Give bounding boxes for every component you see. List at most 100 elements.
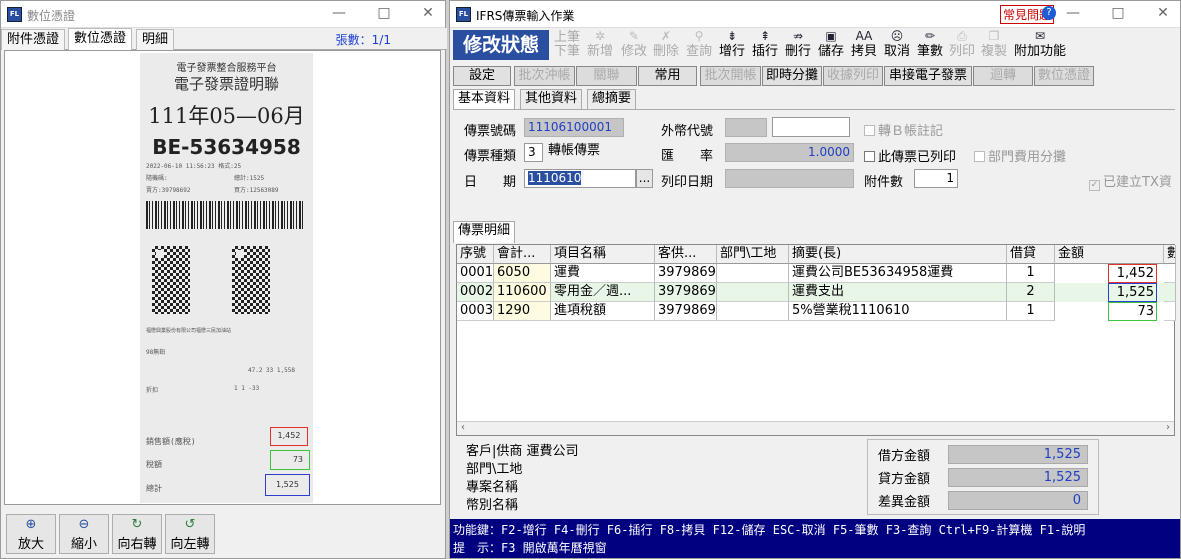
rotate-left-button[interactable]: ↺ 向左轉 — [165, 514, 215, 554]
help-icon[interactable]: ? — [1042, 6, 1056, 20]
edit-state-indicator: 修改狀態 — [453, 30, 549, 60]
grid-cell[interactable]: 1,525 — [1108, 283, 1157, 302]
table-row[interactable]: 00016050運費39798692 運費公司BE53634958運費1 1,452 — [457, 264, 1176, 283]
grid-cell[interactable]: 0003 — [457, 302, 494, 321]
function-button-3[interactable]: 常用 — [638, 66, 697, 86]
grid-cell[interactable] — [1164, 302, 1176, 321]
project-label: 專案名稱 — [466, 480, 519, 495]
grid-cell[interactable]: 2 — [1007, 283, 1055, 302]
grid-cell[interactable]: 零用金／週... — [551, 283, 655, 302]
toolbar-button-7[interactable]: ⇏ 刪行 — [782, 29, 814, 63]
tab-other-data[interactable]: 其他資料 — [520, 89, 583, 109]
function-button-4[interactable]: 批次開帳 — [700, 66, 761, 86]
close-button[interactable]: ✕ — [413, 5, 443, 21]
function-button-8[interactable]: 迴轉 — [973, 66, 1033, 86]
minimize-button[interactable]: — — [324, 5, 354, 21]
toolbar-button-11[interactable]: ✏ 筆數 — [914, 29, 946, 63]
horizontal-scrollbar[interactable]: ‹ › — [457, 421, 1174, 435]
zoom-in-button[interactable]: ⊕ 放大 — [6, 514, 56, 554]
toolbar-button-8[interactable]: ▣ 儲存 — [815, 29, 847, 63]
tab-summary[interactable]: 總摘要 — [587, 89, 637, 109]
grid-cell[interactable] — [1164, 283, 1176, 302]
grid-cell[interactable] — [717, 264, 789, 283]
table-row[interactable]: 0002110600零用金／週...39798692 運費支出2 1,525 — [457, 283, 1176, 302]
grid-cell[interactable] — [717, 302, 789, 321]
tab-basic-data[interactable]: 基本資料 — [453, 89, 516, 110]
scroll-right-icon[interactable]: › — [1166, 422, 1170, 433]
function-button-1[interactable]: 批次沖帳 — [514, 66, 575, 86]
toolbar-button-2[interactable]: ✎ 修改 — [618, 29, 650, 63]
transfer-b-checkbox[interactable]: 轉Ｂ帳註記 — [864, 120, 943, 139]
voucher-type-code-field[interactable]: 3 — [524, 143, 543, 162]
grid-cell[interactable]: 1 — [1007, 264, 1055, 283]
function-button-6[interactable]: 收據列印 — [823, 66, 883, 86]
toolbar-button-1[interactable]: ✲ 新增 — [584, 29, 616, 63]
toolbar-button-0[interactable]: 上筆 下筆 — [551, 29, 583, 63]
grid-cell[interactable] — [1164, 264, 1176, 283]
grid-cell[interactable]: 39798692 — [655, 283, 717, 302]
grid-cell[interactable]: 73 — [1108, 302, 1157, 321]
tx-created-label: 已建立TX資 — [1103, 175, 1172, 190]
grid-cell[interactable]: 運費 — [551, 264, 655, 283]
calendar-button[interactable]: ... — [636, 169, 653, 188]
dept-alloc-checkbox[interactable]: 部門費用分攤 — [974, 146, 1066, 165]
function-button-5[interactable]: 即時分攤 — [762, 66, 822, 86]
zoom-out-button[interactable]: ⊖ 縮小 — [59, 514, 109, 554]
receipt-buyer: 買方:12563089 — [234, 187, 279, 194]
grid-cell[interactable]: 0002 — [457, 283, 494, 302]
column-header: 部門\工地 — [717, 245, 789, 264]
grid-cell[interactable]: 運費支出 — [789, 283, 1007, 302]
grid-cell[interactable]: 39798692 — [655, 264, 717, 283]
tab-voucher-detail[interactable]: 傳票明細 — [453, 221, 516, 243]
currency-label: 外幣代號 — [661, 124, 714, 139]
function-button-2[interactable]: 關聯 — [576, 66, 637, 86]
close-button[interactable]: ✕ — [1148, 5, 1178, 21]
grid-cell[interactable] — [717, 283, 789, 302]
grid-cell[interactable]: 5%營業稅1110610 — [789, 302, 1007, 321]
grid-cell[interactable]: 6050 — [494, 264, 551, 283]
toolbar-button-5[interactable]: ⇟ 增行 — [716, 29, 748, 63]
toolbar-button-6[interactable]: ⇞ 插行 — [749, 29, 781, 63]
toolbar-button-9[interactable]: AA 拷貝 — [848, 29, 880, 63]
tab-attachment[interactable]: 附件憑證 — [1, 29, 66, 50]
table-row[interactable]: 00031290進項稅額39798692 5%營業稅11106101 73 — [457, 302, 1176, 321]
grid-cell[interactable]: 1290 — [494, 302, 551, 321]
voucher-detail-grid[interactable]: 序號會計...項目名稱客供...部門\工地摘要(長)借貸金額數00016050運… — [456, 244, 1176, 436]
toolbar-button-4[interactable]: ⚲ 查詢 — [683, 29, 715, 63]
currency-name-label: 幣別名稱 — [466, 498, 519, 513]
minimize-button[interactable]: — — [1058, 5, 1088, 21]
toolbar-button-3[interactable]: ✗ 刪除 — [650, 29, 682, 63]
image-viewer[interactable]: 電子發票整合服務平台 電子發票證明聯 111年05—06月 BE-5363495… — [4, 50, 441, 505]
toolbar-button-10[interactable]: ☹ 取消 — [881, 29, 913, 63]
grid-cell[interactable]: 進項稅額 — [551, 302, 655, 321]
grid-cell[interactable]: 110600 — [494, 283, 551, 302]
maximize-button[interactable]: □ — [369, 5, 399, 21]
toolbar-label-7: 刪行 — [784, 44, 811, 59]
toolbar-button-12[interactable]: ⎙ 列印 — [946, 29, 978, 63]
maximize-button[interactable]: □ — [1103, 5, 1133, 21]
rotate-right-button[interactable]: ↻ 向右轉 — [112, 514, 162, 554]
attach-field[interactable]: 1 — [914, 169, 958, 188]
grid-cell[interactable]: 0001 — [457, 264, 494, 283]
grid-cell[interactable]: 39798692 — [655, 302, 717, 321]
toolbar-button-13[interactable]: ❐ 複製 — [978, 29, 1010, 63]
next-record-label: 下筆 — [553, 44, 580, 59]
rate-label: 匯 率 — [661, 149, 714, 164]
tab-digital-voucher[interactable]: 數位憑證 — [68, 28, 133, 50]
printed-checkbox[interactable]: 此傳票已列印 — [864, 146, 956, 165]
toolbar-icon-2: ✎ — [628, 29, 640, 43]
date-field[interactable]: 1110610 — [524, 169, 636, 188]
function-button-7[interactable]: 串接電子發票 — [884, 66, 972, 86]
grid-cell[interactable]: 1,452 — [1108, 264, 1157, 283]
scroll-left-icon[interactable]: ‹ — [461, 422, 465, 433]
grid-cell[interactable]: 1 — [1007, 302, 1055, 321]
grid-cell[interactable]: 運費公司BE53634958運費 — [789, 264, 1007, 283]
date-label: 日 期 — [464, 175, 517, 190]
tab-detail[interactable]: 明細 — [136, 29, 175, 50]
print-date-label: 列印日期 — [661, 175, 714, 190]
function-button-9[interactable]: 數位憑證 — [1034, 66, 1094, 86]
currency-name-field[interactable] — [772, 117, 850, 137]
toolbar-button-14[interactable]: ✉ 附加功能 — [1011, 29, 1069, 63]
rate-field: 1.0000 — [725, 143, 854, 162]
function-button-0[interactable]: 設定 — [453, 66, 511, 86]
